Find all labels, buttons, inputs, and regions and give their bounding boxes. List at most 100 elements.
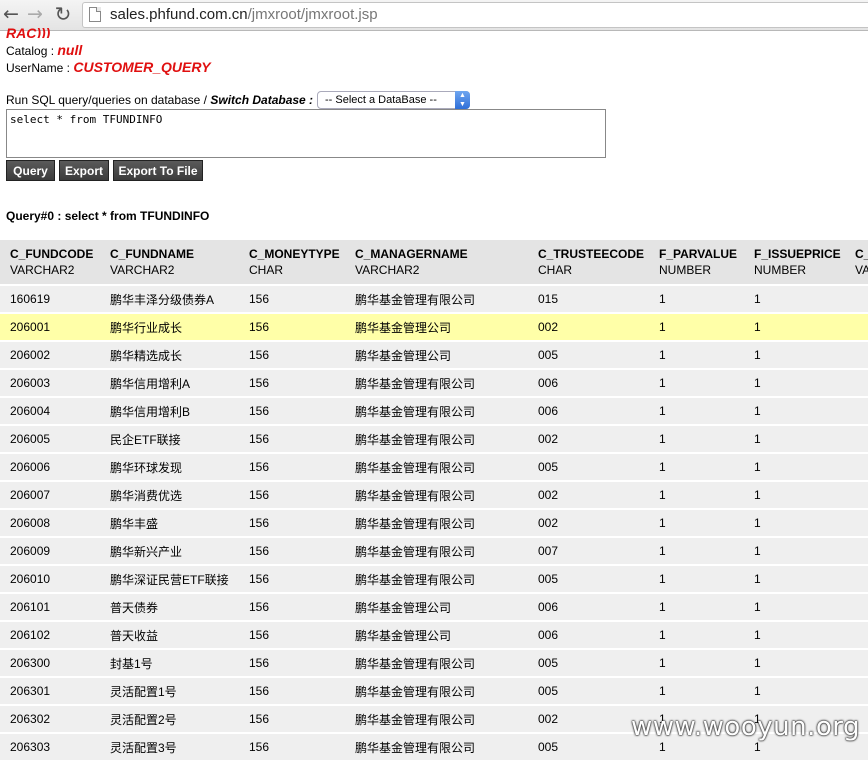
column-type: VARCHAR2 [110,263,175,277]
table-cell: 002 [528,481,649,510]
table-cell: 156 [239,453,345,482]
run-label-text: Run SQL query/queries on database / [6,93,211,107]
table-cell: 1 [744,397,845,426]
table-row[interactable]: 206001 鹏华行业成长 156 鹏华基金管理公司 002 1 1 [0,313,868,342]
table-cell: 1 [744,565,845,594]
table-cell [845,341,868,370]
table-cell: 民企ETF联接 [100,425,239,454]
table-cell: 006 [528,621,649,650]
url-text: sales.phfund.com.cn/jmxroot/jmxroot.jsp [110,6,378,23]
table-cell: 006 [528,397,649,426]
table-cell: 鹏华基金管理公司 [345,621,528,650]
export-to-file-button[interactable]: Export To File [113,160,203,181]
table-cell: 206300 [0,649,100,678]
table-cell: 156 [239,341,345,370]
back-arrow-icon[interactable]: ← [0,3,22,25]
table-cell: 206001 [0,313,100,342]
table-cell: 005 [528,677,649,706]
table-cell: 1 [744,285,845,314]
table-cell: 1 [649,425,744,454]
table-row[interactable]: 206002 鹏华精选成长 156 鹏华基金管理公司 005 1 1 [0,341,868,370]
column-name: C_TRUSTEECODE [538,247,645,261]
page-icon [89,7,101,22]
table-cell: 灵活配置3号 [100,733,239,762]
table-cell: 206009 [0,537,100,566]
table-cell: 1 [649,453,744,482]
table-row[interactable]: 206301 灵活配置1号 156 鹏华基金管理有限公司 005 1 1 [0,677,868,706]
table-cell: 灵活配置1号 [100,677,239,706]
table-cell: 156 [239,537,345,566]
table-row[interactable]: 206010 鹏华深证民营ETF联接 156 鹏华基金管理有限公司 005 1 1 [0,565,868,594]
table-cell: 1 [649,481,744,510]
table-cell [845,313,868,342]
table-cell: 1 [649,285,744,314]
table-row[interactable]: 206005 民企ETF联接 156 鹏华基金管理有限公司 002 1 1 [0,425,868,454]
table-cell [845,453,868,482]
table-cell: 1 [649,509,744,538]
table-cell: 206004 [0,397,100,426]
table-cell [845,621,868,650]
database-select[interactable]: -- Select a DataBase -- ▲ ▼ [317,91,470,109]
reload-icon[interactable]: ↻ [52,3,74,25]
table-cell: 1 [744,341,845,370]
table-cell [845,425,868,454]
table-cell: 1 [649,677,744,706]
table-cell [845,285,868,314]
username-label: UserName : [6,61,74,75]
table-cell: 鹏华丰泽分级债券A [100,285,239,314]
table-cell: 206302 [0,705,100,734]
table-row[interactable]: 206008 鹏华丰盛 156 鹏华基金管理有限公司 002 1 1 [0,509,868,538]
table-row[interactable]: 206003 鹏华信用增利A 156 鹏华基金管理有限公司 006 1 1 [0,369,868,398]
column-header: C_TRUSTEECODE CHAR [528,240,649,286]
table-cell [845,565,868,594]
table-cell: 156 [239,313,345,342]
table-cell: 1 [649,565,744,594]
export-button[interactable]: Export [59,160,109,181]
table-cell: 鹏华深证民营ETF联接 [100,565,239,594]
table-cell: 鹏华基金管理有限公司 [345,509,528,538]
rac-text: RAC))) [6,26,51,38]
table-row[interactable]: 206007 鹏华消费优选 156 鹏华基金管理有限公司 002 1 1 [0,481,868,510]
table-cell: 005 [528,649,649,678]
table-body: 160619 鹏华丰泽分级债券A 156 鹏华基金管理有限公司 015 1 1 206001 鹏… [0,285,868,762]
table-cell: 鹏华基金管理有限公司 [345,369,528,398]
table-cell: 灵活配置2号 [100,705,239,734]
query-button[interactable]: Query [6,160,55,181]
column-header: C_MONEYTYPE CHAR [239,240,345,286]
table-cell: 1 [649,341,744,370]
table-cell: 1 [649,369,744,398]
switch-database-label: Switch Database : [210,93,314,107]
forward-arrow-icon[interactable]: → [24,3,46,25]
table-row[interactable]: 206101 普天债券 156 鹏华基金管理公司 006 1 1 [0,593,868,622]
table-cell: 206002 [0,341,100,370]
table-cell: 206303 [0,733,100,762]
table-row[interactable]: 206009 鹏华新兴产业 156 鹏华基金管理有限公司 007 1 1 [0,537,868,566]
table-cell: 1 [744,621,845,650]
table-cell: 1 [744,425,845,454]
table-cell: 鹏华基金管理有限公司 [345,537,528,566]
table-row[interactable]: 206006 鹏华环球发现 156 鹏华基金管理有限公司 005 1 1 [0,453,868,482]
watermark: www.wooyun.org [630,712,860,742]
table-cell [845,397,868,426]
table-cell: 006 [528,369,649,398]
table-cell: 鹏华信用增利A [100,369,239,398]
table-cell: 鹏华基金管理有限公司 [345,481,528,510]
address-bar[interactable]: sales.phfund.com.cn/jmxroot/jmxroot.jsp [82,2,868,28]
table-cell: 鹏华消费优选 [100,481,239,510]
table-row[interactable]: 206004 鹏华信用增利B 156 鹏华基金管理有限公司 006 1 1 [0,397,868,426]
catalog-line: Catalog : null [6,42,82,58]
table-cell: 156 [239,565,345,594]
column-type: NUMBER [659,263,712,277]
table-cell: 156 [239,621,345,650]
username-value: CUSTOMER_QUERY [73,59,211,75]
table-row[interactable]: 206300 封基1号 156 鹏华基金管理有限公司 005 1 1 [0,649,868,678]
table-row[interactable]: 160619 鹏华丰泽分级债券A 156 鹏华基金管理有限公司 015 1 1 [0,285,868,314]
column-name: F_ISSUEPRICE [754,247,841,261]
table-row[interactable]: 206102 普天收益 156 鹏华基金管理公司 006 1 1 [0,621,868,650]
sql-query-input[interactable] [6,109,606,158]
table-cell: 156 [239,649,345,678]
table-cell: 006 [528,593,649,622]
catalog-value: null [57,42,83,58]
table-cell: 鹏华基金管理公司 [345,313,528,342]
table-cell: 007 [528,537,649,566]
